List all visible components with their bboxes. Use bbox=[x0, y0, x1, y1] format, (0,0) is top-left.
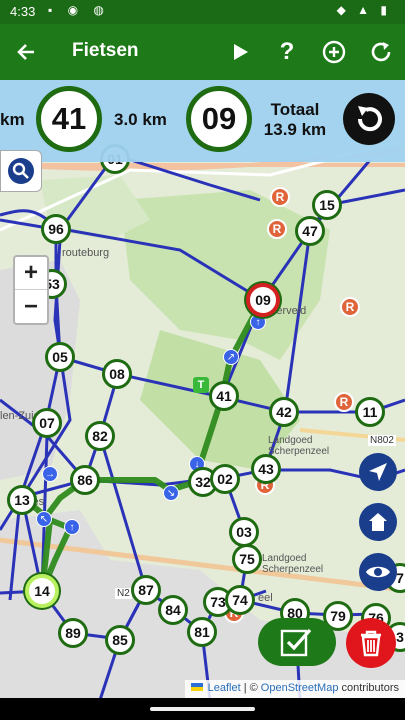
eye-icon bbox=[366, 566, 390, 578]
node-89[interactable]: 89 bbox=[58, 618, 88, 648]
total-distance: 13.9 km bbox=[263, 120, 327, 139]
node-74[interactable]: 74 bbox=[225, 585, 255, 615]
undo-button[interactable] bbox=[343, 93, 395, 145]
total-label: Totaal bbox=[270, 100, 320, 119]
node-09-selected[interactable]: 09 bbox=[246, 283, 280, 317]
add-circle-icon[interactable] bbox=[318, 36, 350, 68]
node-82[interactable]: 82 bbox=[85, 421, 115, 451]
node-14-start[interactable]: 14 bbox=[25, 574, 59, 608]
direction-arrow-icon: ↘ bbox=[163, 485, 179, 501]
current-node-badge: 41 bbox=[36, 86, 102, 152]
node-87[interactable]: 87 bbox=[131, 575, 161, 605]
segment-distance: 3.0 km bbox=[114, 110, 167, 129]
leaflet-link[interactable]: Leaflet bbox=[208, 682, 241, 694]
node-08[interactable]: 08 bbox=[102, 359, 132, 389]
system-icons: ◆ ▲ ▮ bbox=[336, 3, 391, 17]
redo-icon[interactable] bbox=[365, 36, 397, 68]
home-icon bbox=[369, 513, 387, 531]
map-view[interactable]: routeburg Ackerveld Landgoed Scherpenzee… bbox=[0, 80, 405, 700]
page-title: Fietsen bbox=[72, 40, 139, 61]
node-41[interactable]: 41 bbox=[209, 381, 239, 411]
node-42[interactable]: 42 bbox=[269, 397, 299, 427]
node-84[interactable]: 84 bbox=[158, 595, 188, 625]
node-03[interactable]: 03 bbox=[229, 517, 259, 547]
road-label: N802 bbox=[368, 435, 396, 446]
map-label: Landgoed Scherpenzeel bbox=[268, 435, 330, 457]
zoom-out-button[interactable]: − bbox=[15, 290, 47, 323]
map-label: eel bbox=[258, 592, 273, 604]
node-15[interactable]: 15 bbox=[312, 190, 342, 220]
node-05[interactable]: 05 bbox=[45, 342, 75, 372]
back-arrow-icon[interactable] bbox=[10, 36, 42, 68]
system-nav-bar bbox=[0, 698, 405, 720]
node-85[interactable]: 85 bbox=[105, 625, 135, 655]
checkbox-icon bbox=[280, 628, 312, 657]
status-bar: 4:33 ▪ ◉ ◍ ◆ ▲ ▮ bbox=[0, 0, 405, 24]
search-button[interactable] bbox=[0, 150, 42, 192]
direction-arrow-icon: ↖ bbox=[36, 511, 52, 527]
locate-button[interactable] bbox=[359, 453, 397, 491]
direction-arrow-icon: ↗ bbox=[223, 349, 239, 365]
search-icon bbox=[8, 158, 34, 184]
zoom-control: + − bbox=[13, 255, 49, 325]
left-distance-unit: km bbox=[0, 110, 25, 129]
direction-arrow-icon: → bbox=[42, 466, 58, 482]
zoom-in-button[interactable]: + bbox=[15, 257, 47, 290]
next-node-badge: 09 bbox=[186, 86, 252, 152]
status-time: 4:33 bbox=[10, 4, 36, 19]
node-75[interactable]: 75 bbox=[232, 544, 262, 574]
node-marker-icon: T bbox=[193, 377, 209, 393]
visibility-button[interactable] bbox=[359, 553, 397, 591]
node-07[interactable]: 07 bbox=[32, 408, 62, 438]
confirm-route-button[interactable] bbox=[258, 618, 336, 666]
node-13[interactable]: 13 bbox=[7, 485, 37, 515]
home-button[interactable] bbox=[359, 503, 397, 541]
restaurant-icon[interactable]: R bbox=[267, 219, 287, 239]
node-11[interactable]: 11 bbox=[355, 397, 385, 427]
map-label: routeburg bbox=[62, 247, 110, 259]
home-gesture-bar[interactable] bbox=[150, 707, 255, 711]
play-icon[interactable] bbox=[224, 36, 256, 68]
map-label: Landgoed Scherpenzeel bbox=[262, 553, 324, 575]
delete-route-button[interactable] bbox=[346, 618, 396, 668]
notification-icons: ▪ ◉ ◍ bbox=[48, 3, 110, 17]
node-81[interactable]: 81 bbox=[187, 617, 217, 647]
osm-link[interactable]: OpenStreetMap bbox=[261, 682, 339, 694]
restaurant-icon[interactable]: R bbox=[340, 297, 360, 317]
restaurant-icon[interactable]: R bbox=[270, 187, 290, 207]
node-96[interactable]: 96 bbox=[41, 214, 71, 244]
node-43[interactable]: 43 bbox=[251, 454, 281, 484]
help-icon[interactable]: ? bbox=[271, 36, 303, 68]
app-bar: Fietsen ? bbox=[0, 24, 405, 80]
attribution-contributors: contributors bbox=[341, 682, 399, 694]
direction-arrow-icon: ↑ bbox=[64, 519, 80, 535]
node-86[interactable]: 86 bbox=[70, 465, 100, 495]
node-02[interactable]: 02 bbox=[210, 464, 240, 494]
ukraine-flag-icon bbox=[190, 683, 203, 691]
navigation-arrow-icon bbox=[369, 463, 387, 481]
trash-icon bbox=[361, 630, 381, 657]
attribution-separator: | © bbox=[243, 682, 258, 694]
road-label: N2 bbox=[115, 588, 132, 599]
restaurant-icon[interactable]: R bbox=[334, 392, 354, 412]
node-47[interactable]: 47 bbox=[295, 216, 325, 246]
undo-icon bbox=[357, 106, 382, 132]
map-attribution: Leaflet | © OpenStreetMap contributors bbox=[184, 680, 405, 698]
